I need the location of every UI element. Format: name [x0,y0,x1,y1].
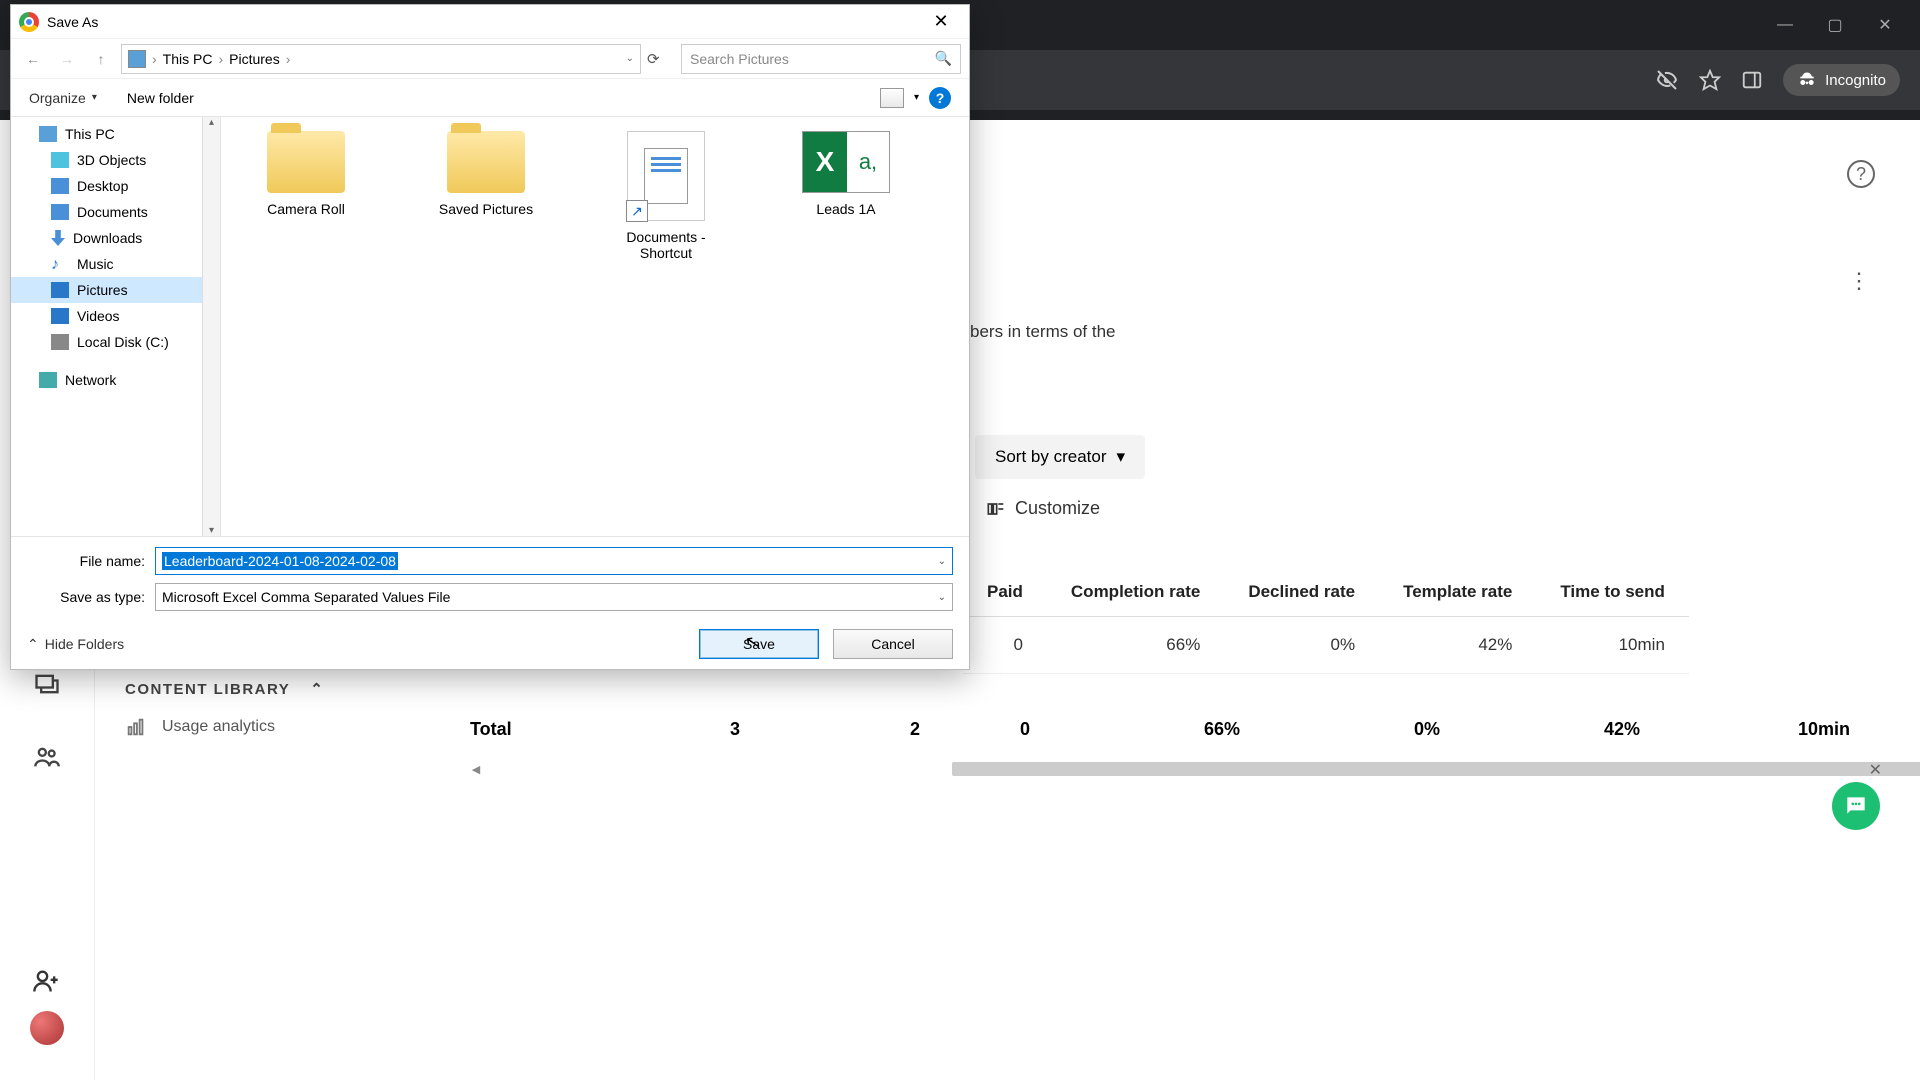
content-library-header[interactable]: CONTENT LIBRARY ⌃ [125,680,385,698]
col-completion: Completion rate [1047,568,1224,617]
shortcut-icon: ↗ [627,131,705,221]
panel-icon[interactable] [1741,69,1763,91]
saveastype-label: Save as type: [27,589,155,605]
folder-tree: This PC 3D Objects Desktop Documents Dow… [11,117,221,536]
file-grid: Camera Roll Saved Pictures ↗ Documents -… [221,117,969,536]
horizontal-scrollbar[interactable]: ◀ ▶ [467,760,1887,778]
table-row: 0 66% 0% 42% 10min [963,617,1689,674]
folder-camera-roll[interactable]: Camera Roll [241,131,371,217]
save-button[interactable]: Save [699,629,819,659]
col-paid: Paid [963,568,1047,617]
star-icon[interactable] [1699,69,1721,91]
sort-by-creator-button[interactable]: Sort by creator ▾ [975,435,1145,479]
tree-local-disk[interactable]: Local Disk (C:) [11,329,220,355]
incognito-badge[interactable]: Incognito [1783,64,1900,96]
view-dropdown[interactable]: ▾ [914,92,919,103]
search-icon: 🔍 [935,50,952,67]
window-close[interactable]: ✕ [1860,5,1910,45]
description-text: bers in terms of the [970,322,1116,342]
tree-network[interactable]: Network [11,367,220,393]
incognito-label: Incognito [1825,72,1886,89]
chevron-up-icon: ⌃ [310,680,324,698]
nav-up-button[interactable]: ↑ [87,45,115,73]
folder-icon [267,131,345,193]
folder-saved-pictures[interactable]: Saved Pictures [421,131,551,217]
shortcut-documents[interactable]: ↗ Documents - Shortcut [601,131,731,261]
cancel-button[interactable]: Cancel [833,629,953,659]
col-declined: Declined rate [1224,568,1379,617]
chevron-down-icon[interactable]: ⌄ [938,592,946,603]
tree-documents[interactable]: Documents [11,199,220,225]
chrome-icon [19,12,39,32]
breadcrumb-folder[interactable]: Pictures [229,51,280,67]
total-label: Total [470,705,620,754]
dialog-titlebar: Save As ✕ [11,5,969,39]
chevron-down-icon: ▾ [1117,447,1126,467]
pc-icon [128,50,146,68]
tree-pictures[interactable]: Pictures [11,277,220,303]
breadcrumb-root[interactable]: This PC [163,51,213,67]
dialog-close-button[interactable]: ✕ [921,11,961,32]
hide-folders-button[interactable]: ⌃ Hide Folders [27,636,124,653]
tree-videos[interactable]: Videos [11,303,220,329]
search-input[interactable]: Search Pictures 🔍 [681,44,961,74]
kebab-menu[interactable]: ⋮ [1848,268,1870,294]
chat-close-icon[interactable]: ✕ [1869,760,1882,780]
table-header-row: Paid Completion rate Declined rate Templ… [963,568,1689,617]
tree-3d-objects[interactable]: 3D Objects [11,147,220,173]
chevron-down-icon[interactable]: ⌄ [938,556,946,567]
dialog-title: Save As [47,14,98,30]
people-icon[interactable] [33,743,61,771]
chevron-up-icon: ⌃ [27,636,39,653]
view-mode-button[interactable] [880,88,904,108]
excel-icon: Xa, [802,131,890,193]
breadcrumb-dropdown[interactable]: ⌄ [626,53,634,64]
nav-forward-button[interactable]: → [53,45,81,73]
breadcrumb[interactable]: › This PC › Pictures › ⌄ [121,44,641,74]
window-maximize[interactable]: ▢ [1810,5,1860,45]
tree-music[interactable]: ♪Music [11,251,220,277]
organize-button[interactable]: Organize ▾ [29,90,97,106]
customize-label: Customize [1015,498,1100,519]
refresh-button[interactable]: ⟳ [647,50,675,68]
usage-analytics-item[interactable]: Usage analytics [125,716,385,738]
leaderboard-table: Paid Completion rate Declined rate Templ… [963,568,1689,674]
hide-eye-icon[interactable] [1655,68,1679,92]
filename-input[interactable]: Leaderboard-2024-01-08-2024-02-08 ⌄ [155,547,953,575]
window-minimize[interactable]: — [1760,5,1810,45]
sort-label: Sort by creator [995,447,1107,467]
total-row: Total 3 2 0 66% 0% 42% 10min [470,705,1850,754]
help-button[interactable]: ? [929,87,951,109]
add-person-icon[interactable] [32,967,60,995]
tree-desktop[interactable]: Desktop [11,173,220,199]
help-icon[interactable]: ? [1847,160,1875,188]
chevron-down-icon: ▾ [92,92,97,103]
new-folder-button[interactable]: New folder [127,90,194,106]
tree-scrollbar[interactable]: ▴▾ [202,117,220,536]
col-time: Time to send [1536,568,1689,617]
file-leads-1a[interactable]: Xa, Leads 1A [781,131,911,217]
user-avatar[interactable] [30,1011,64,1045]
col-template: Template rate [1379,568,1536,617]
nav-back-button[interactable]: ← [19,45,47,73]
save-as-dialog: Save As ✕ ← → ↑ › This PC › Pictures › ⌄… [10,4,970,670]
workspace-icon[interactable] [33,670,61,698]
filename-label: File name: [27,553,155,569]
customize-button[interactable]: Customize [985,498,1100,519]
folder-icon [447,131,525,193]
chat-fab[interactable] [1832,782,1880,830]
tree-this-pc[interactable]: This PC [11,121,220,147]
tree-downloads[interactable]: Downloads [11,225,220,251]
saveastype-select[interactable]: Microsoft Excel Comma Separated Values F… [155,583,953,611]
